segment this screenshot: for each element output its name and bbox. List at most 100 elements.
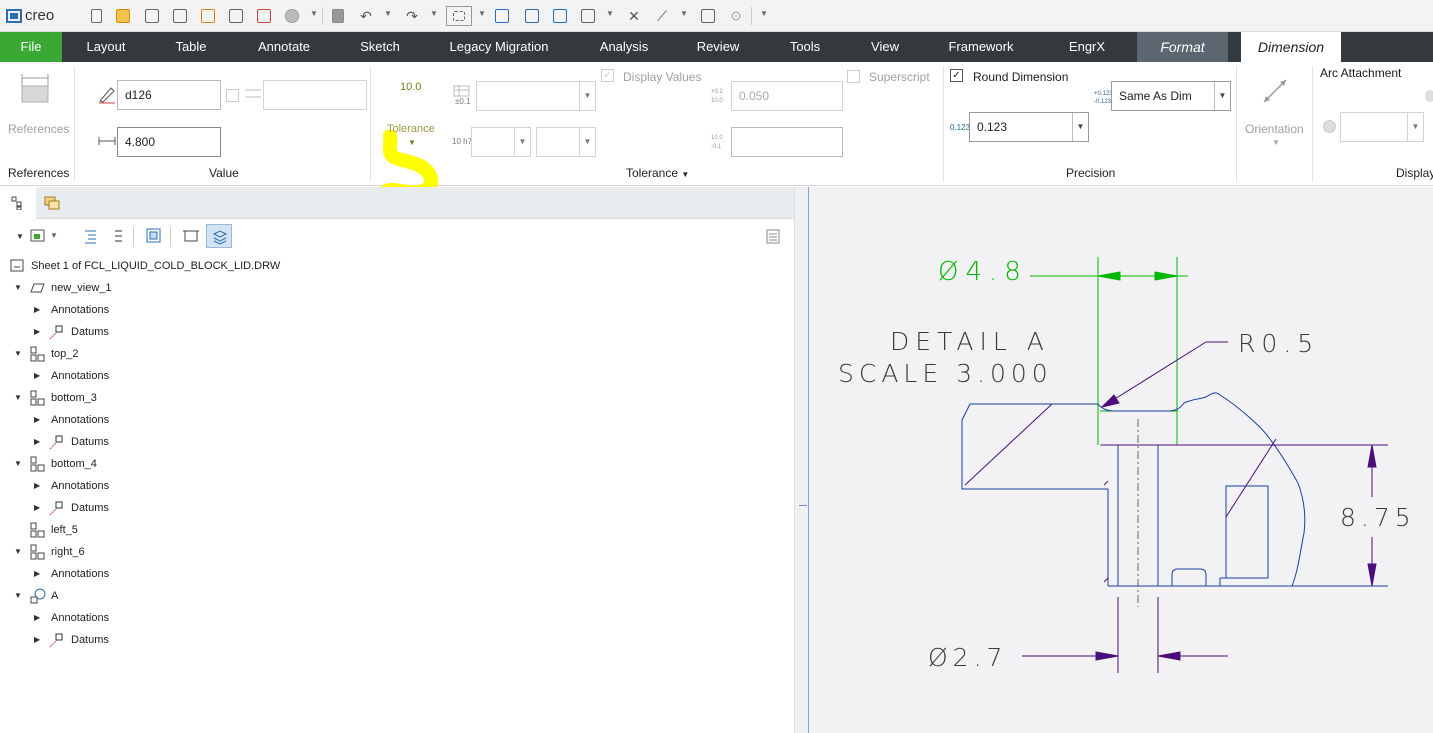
check-icon[interactable] [522, 6, 542, 26]
tree-item-annotations[interactable]: ▶ Annotations [34, 299, 109, 321]
dimension-name-field[interactable]: d126 [117, 80, 221, 110]
expand-caret-icon[interactable]: ▼ [14, 585, 22, 607]
tree-options-icon[interactable] [766, 229, 782, 245]
tree-settings-dropdown-icon[interactable]: ▼ [16, 232, 24, 241]
tree-item-view[interactable]: ▼ bottom_3 [14, 387, 97, 409]
update-sheets-icon[interactable] [492, 6, 512, 26]
drawing-canvas[interactable]: Ø4.8 DETAIL A SCALE 3.000 R0.5 8.75 Ø2.7 [808, 187, 1433, 733]
tolerance-precision-select[interactable]: Same As Dim ▼ [1111, 81, 1231, 111]
fit-shaft-select[interactable]: ▼ [536, 127, 596, 157]
tab-framework[interactable]: Framework [940, 32, 1022, 62]
fit-hole-select[interactable]: ▼ [471, 127, 531, 157]
show-icon[interactable] [30, 229, 46, 243]
detail-scale-text[interactable]: SCALE 3.000 [838, 359, 1053, 388]
collapsed-caret-icon[interactable]: ▶ [34, 409, 40, 431]
collapsed-caret-icon[interactable]: ▶ [34, 299, 40, 321]
round-dimension-checkbox[interactable]: ✓ [950, 69, 963, 82]
expand-caret-icon[interactable]: ▼ [14, 453, 22, 475]
tolerance-group-dropdown-icon[interactable]: ▼ [681, 170, 689, 179]
chevron-down-icon[interactable]: ▼ [579, 128, 595, 156]
tree-item-annotations[interactable]: ▶ Annotations [34, 563, 109, 585]
override-value-checkbox[interactable] [226, 89, 239, 102]
tree-item-view[interactable]: ▼ bottom_4 [14, 453, 97, 475]
undo-icon[interactable]: ↶ [356, 6, 376, 26]
override-value-field[interactable] [263, 80, 367, 110]
tree-item-view[interactable]: ▼ new_view_1 [14, 277, 112, 299]
pause-icon[interactable] [328, 6, 348, 26]
panel-splitter[interactable] [794, 187, 808, 733]
chevron-down-icon[interactable]: ▼ [514, 128, 530, 156]
close-x-icon[interactable]: ✕ [624, 6, 644, 26]
move-icon[interactable] [578, 6, 598, 26]
tolerance-table-select[interactable]: ▼ [476, 81, 596, 111]
open-folder-icon[interactable] [113, 6, 133, 26]
collapsed-caret-icon[interactable]: ▶ [34, 365, 40, 387]
tab-engrx[interactable]: EngrX [1058, 32, 1116, 62]
radius-text[interactable]: R0.5 [1238, 329, 1319, 358]
tree-item-datums[interactable]: ▶ Datums [34, 321, 109, 343]
show-dropdown-icon[interactable]: ▼ [50, 231, 58, 240]
erase-icon[interactable] [254, 6, 274, 26]
tree-item-annotations[interactable]: ▶ Annotations [34, 475, 109, 497]
orientation-button[interactable]: Orientation [1245, 122, 1304, 136]
expand-all-icon[interactable] [82, 228, 98, 244]
tolerance-group-label[interactable]: Tolerance ▼ [626, 166, 689, 180]
tree-item-detail-view[interactable]: ▼ A [14, 585, 58, 607]
collapsed-caret-icon[interactable]: ▶ [34, 321, 40, 343]
orientation-dropdown-icon[interactable]: ▼ [1272, 138, 1280, 147]
dim-4-8-text[interactable]: Ø4.8 [938, 257, 1028, 287]
appearance-dropdown-icon[interactable]: ▼ [310, 9, 318, 18]
tolerance-dropdown-icon[interactable]: ▼ [408, 138, 416, 147]
tab-review[interactable]: Review [690, 32, 746, 62]
height-text[interactable]: 8.75 [1340, 503, 1416, 532]
detail-title-text[interactable]: DETAIL A [890, 327, 1050, 356]
tab-dimension[interactable]: Dimension [1241, 32, 1341, 62]
precision-select[interactable]: 0.123 ▼ [969, 112, 1089, 142]
tab-tools[interactable]: Tools [780, 32, 830, 62]
measure-dropdown-icon[interactable]: ▼ [680, 9, 688, 18]
references-button[interactable]: References [8, 122, 69, 136]
tab-format[interactable]: Format [1137, 32, 1228, 62]
tree-columns-icon[interactable] [146, 228, 162, 244]
collapsed-caret-icon[interactable]: ▶ [34, 629, 40, 651]
appearance-icon[interactable] [282, 6, 302, 26]
tree-item-annotations[interactable]: ▶ Annotations [34, 365, 109, 387]
expand-caret-icon[interactable]: ▼ [14, 387, 22, 409]
expand-caret-icon[interactable]: ▼ [14, 541, 22, 563]
tree-item-datums[interactable]: ▶ Datums [34, 629, 109, 651]
tab-file[interactable]: File [0, 32, 62, 62]
tab-layout[interactable]: Layout [72, 32, 140, 62]
regenerate-icon[interactable] [198, 6, 218, 26]
tab-legacy-migration[interactable]: Legacy Migration [440, 32, 558, 62]
tree-item-view[interactable]: left_5 [14, 519, 78, 541]
collapsed-caret-icon[interactable]: ▶ [34, 607, 40, 629]
chevron-down-icon[interactable]: ▼ [1072, 113, 1088, 141]
redo-icon[interactable]: ↷ [402, 6, 422, 26]
chevron-down-icon[interactable]: ▼ [1407, 113, 1423, 141]
display-more-icon[interactable] [1425, 90, 1433, 102]
tree-item-annotations[interactable]: ▶ Annotations [34, 607, 109, 629]
layer-tree-tab[interactable] [36, 187, 70, 219]
tab-annotate[interactable]: Annotate [244, 32, 324, 62]
measure-icon[interactable]: ⟋ [652, 6, 672, 26]
save-icon[interactable] [142, 6, 162, 26]
chevron-down-icon[interactable]: ▼ [1214, 82, 1230, 110]
undo-dropdown-icon[interactable]: ▼ [384, 9, 392, 18]
tab-sketch[interactable]: Sketch [350, 32, 410, 62]
sketch-icon[interactable] [550, 6, 570, 26]
customize-qat-icon[interactable]: ▼ [760, 9, 768, 18]
tab-analysis[interactable]: Analysis [590, 32, 658, 62]
save-copy-icon[interactable] [170, 6, 190, 26]
sheet-icon[interactable] [183, 228, 199, 244]
upper-tolerance-field[interactable]: 0.050 [731, 81, 843, 111]
settings-icon[interactable]: ⚙ [726, 6, 746, 26]
select-box-icon[interactable] [446, 6, 472, 26]
redo-dropdown-icon[interactable]: ▼ [430, 9, 438, 18]
arc-attachment-select[interactable]: ▼ [1340, 112, 1424, 142]
tree-item-view[interactable]: ▼ top_2 [14, 343, 79, 365]
tree-root-sheet[interactable]: Sheet 1 of FCL_LIQUID_COLD_BLOCK_LID.DRW [10, 255, 280, 277]
collapsed-caret-icon[interactable]: ▶ [34, 431, 40, 453]
collapsed-caret-icon[interactable]: ▶ [34, 475, 40, 497]
layers-toggle[interactable] [206, 224, 232, 248]
tree-item-datums[interactable]: ▶ Datums [34, 497, 109, 519]
